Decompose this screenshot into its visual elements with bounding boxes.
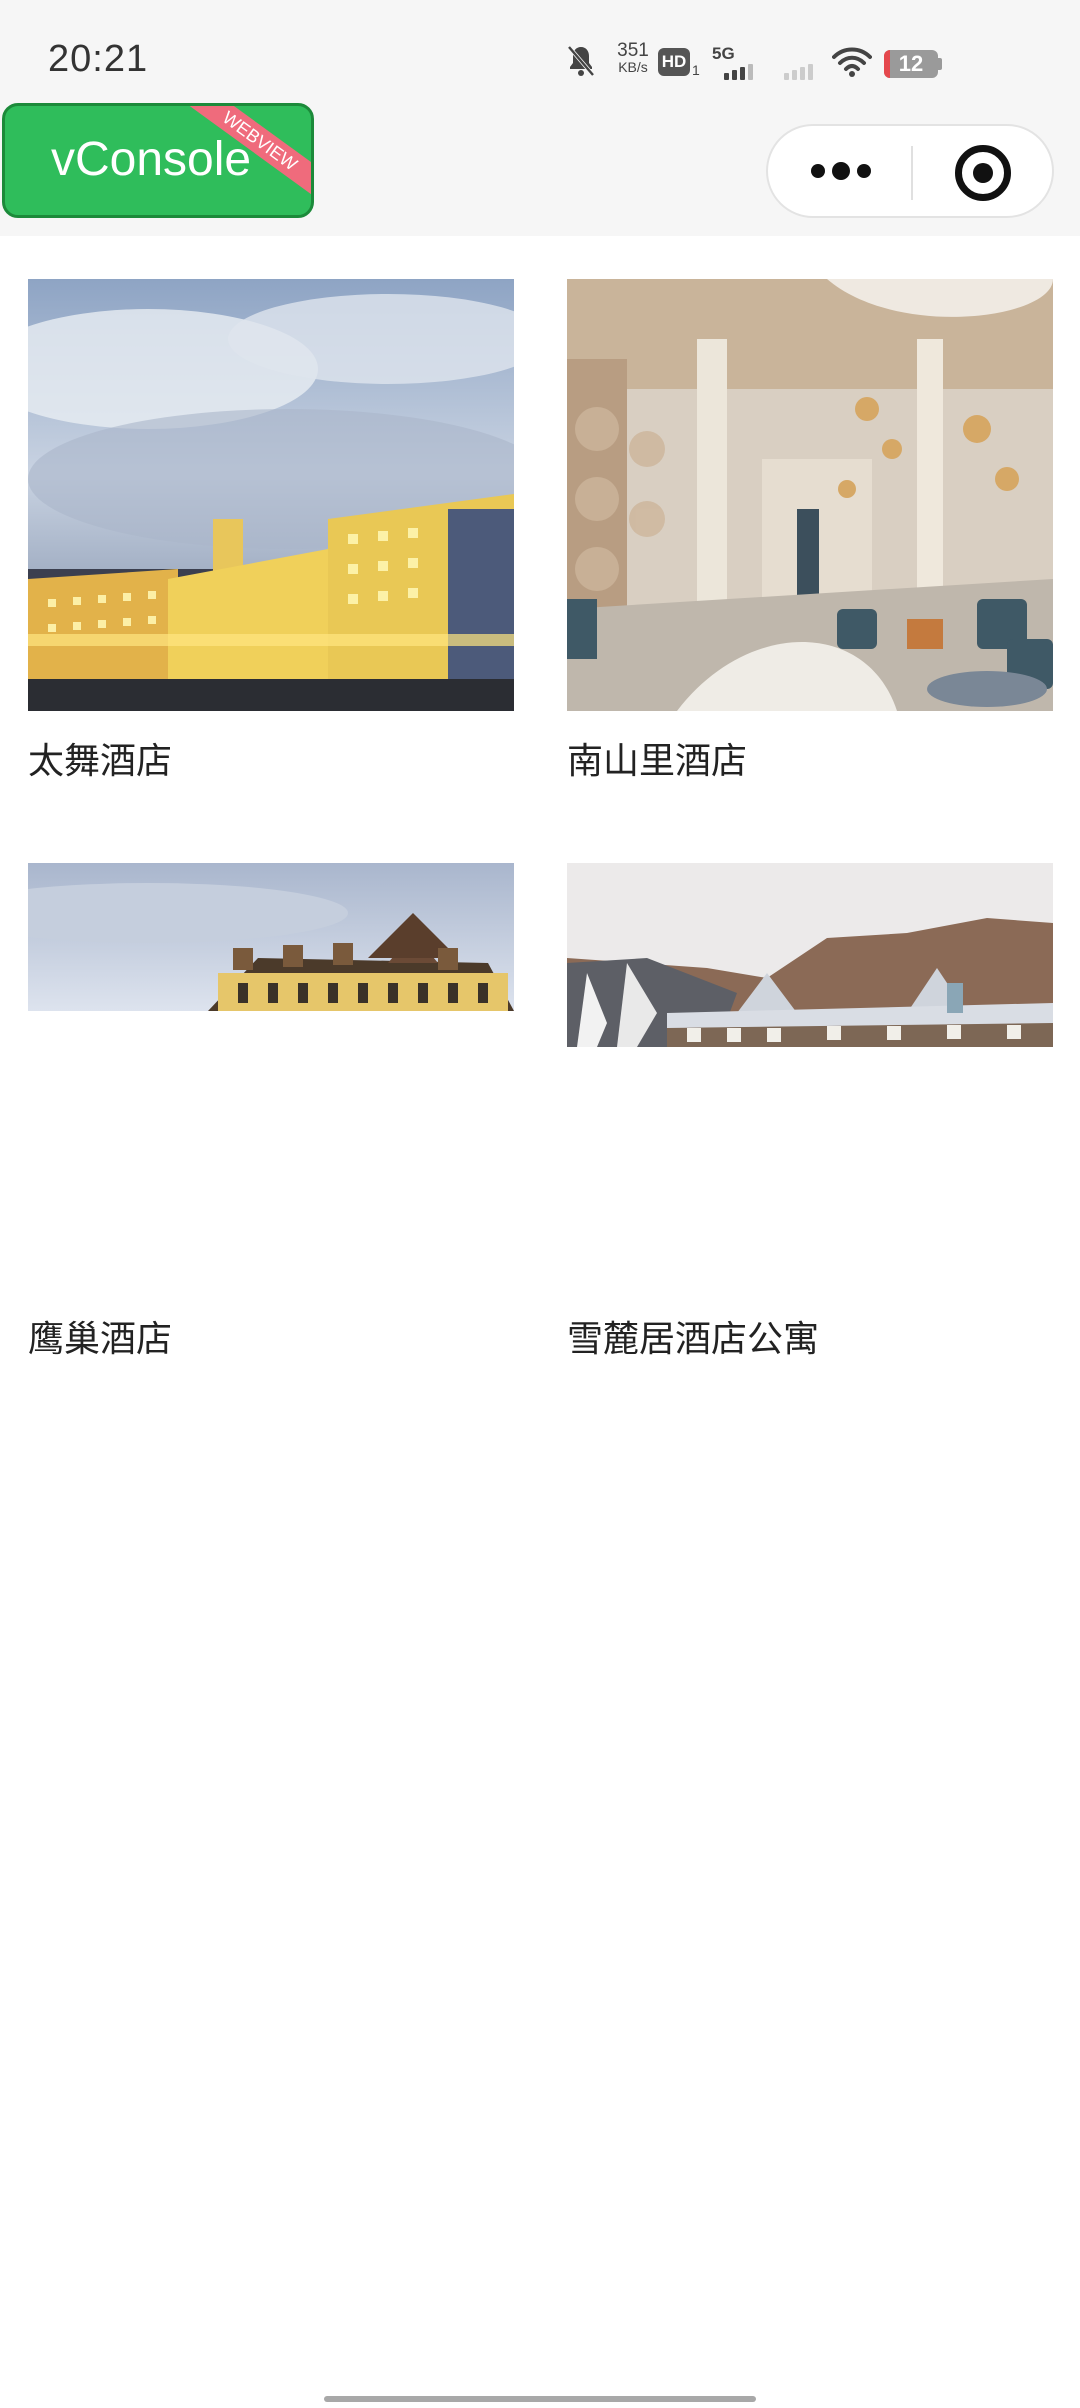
hotel-card[interactable]: 雪麓居酒店公寓 — [567, 863, 1053, 1363]
home-indicator[interactable] — [324, 2396, 756, 2402]
hd-badge: HD — [658, 48, 690, 76]
hotel-lobby-interior-photo — [567, 279, 1053, 711]
more-button[interactable] — [768, 126, 911, 216]
ski-resort-chalet-photo — [567, 863, 1053, 1047]
hd-sim-index: 1 — [692, 62, 700, 78]
hotel-card[interactable]: 鹰巢酒店 — [28, 863, 514, 1363]
network-speed-value: 351 — [617, 40, 649, 61]
battery-level: 12 — [898, 51, 924, 76]
close-button[interactable] — [913, 126, 1053, 216]
hotel-name: 太舞酒店 — [28, 741, 173, 782]
network-speed-unit: KB/s — [618, 59, 648, 75]
hotel-card[interactable]: 南山里酒店 — [567, 279, 1053, 782]
network-speed: 351 KB/s — [608, 40, 658, 76]
hotel-name: 鹰巢酒店 — [28, 1319, 173, 1360]
battery-tip — [938, 58, 942, 70]
hotel-name: 南山里酒店 — [567, 741, 748, 782]
hotel-exterior-night-photo — [28, 279, 514, 711]
status-time: 20:21 — [48, 38, 149, 80]
wifi-icon — [832, 47, 872, 77]
battery-icon: 12 — [884, 50, 938, 78]
signal-icon — [724, 64, 753, 80]
hotel-name: 雪麓居酒店公寓 — [567, 1319, 820, 1360]
mute-bell-icon — [567, 45, 595, 77]
hotel-card[interactable]: 太舞酒店 — [28, 279, 514, 782]
vconsole-button[interactable]: vConsole WEBVIEW — [2, 103, 314, 218]
miniprogram-capsule — [766, 124, 1054, 218]
vconsole-label: vConsole — [51, 133, 252, 186]
hotel-building-roof-photo — [28, 863, 514, 1011]
signal-icon-secondary — [784, 64, 813, 80]
network-type: 5G — [712, 44, 735, 63]
